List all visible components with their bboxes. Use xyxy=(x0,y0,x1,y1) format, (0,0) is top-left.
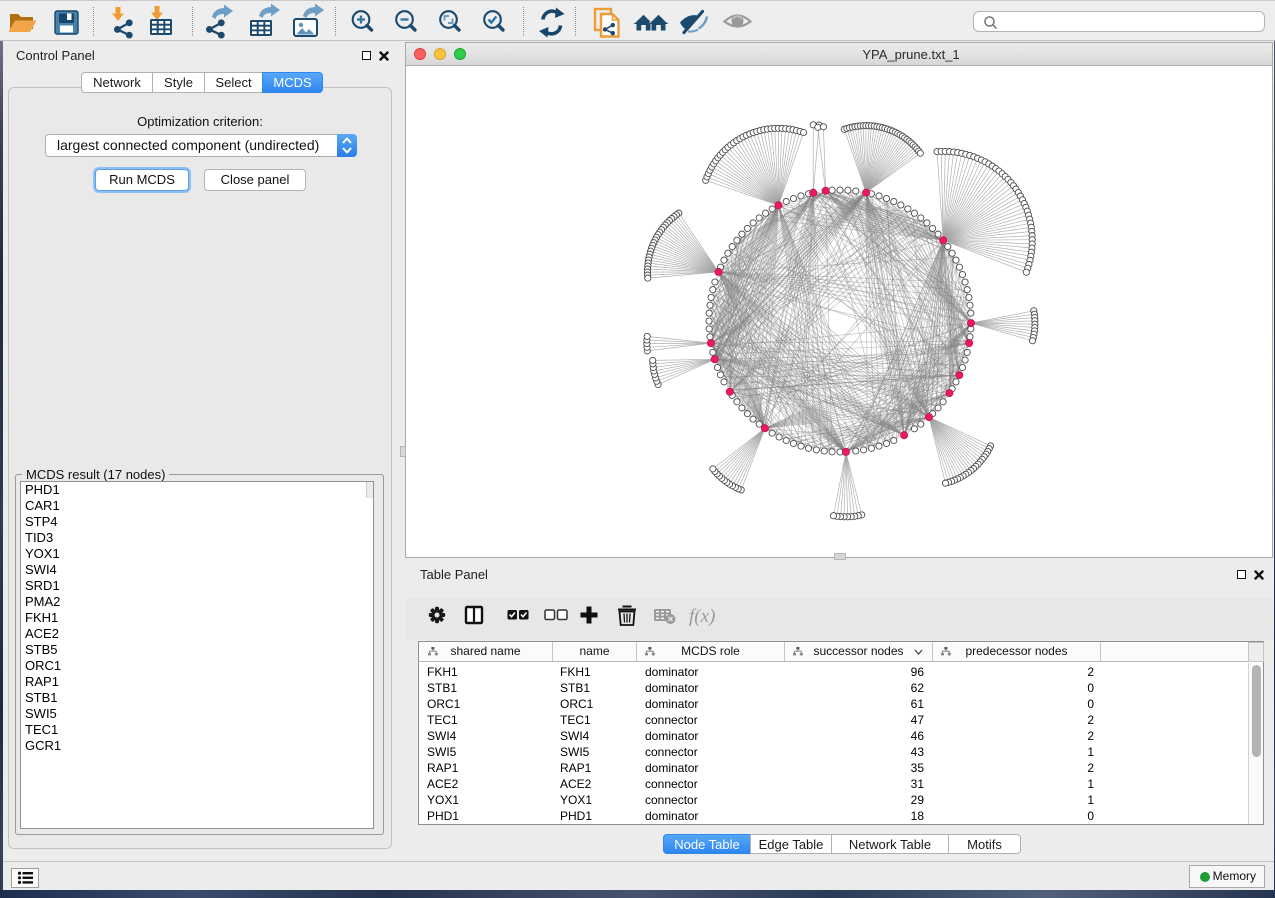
svg-text:f(x): f(x) xyxy=(689,606,715,627)
